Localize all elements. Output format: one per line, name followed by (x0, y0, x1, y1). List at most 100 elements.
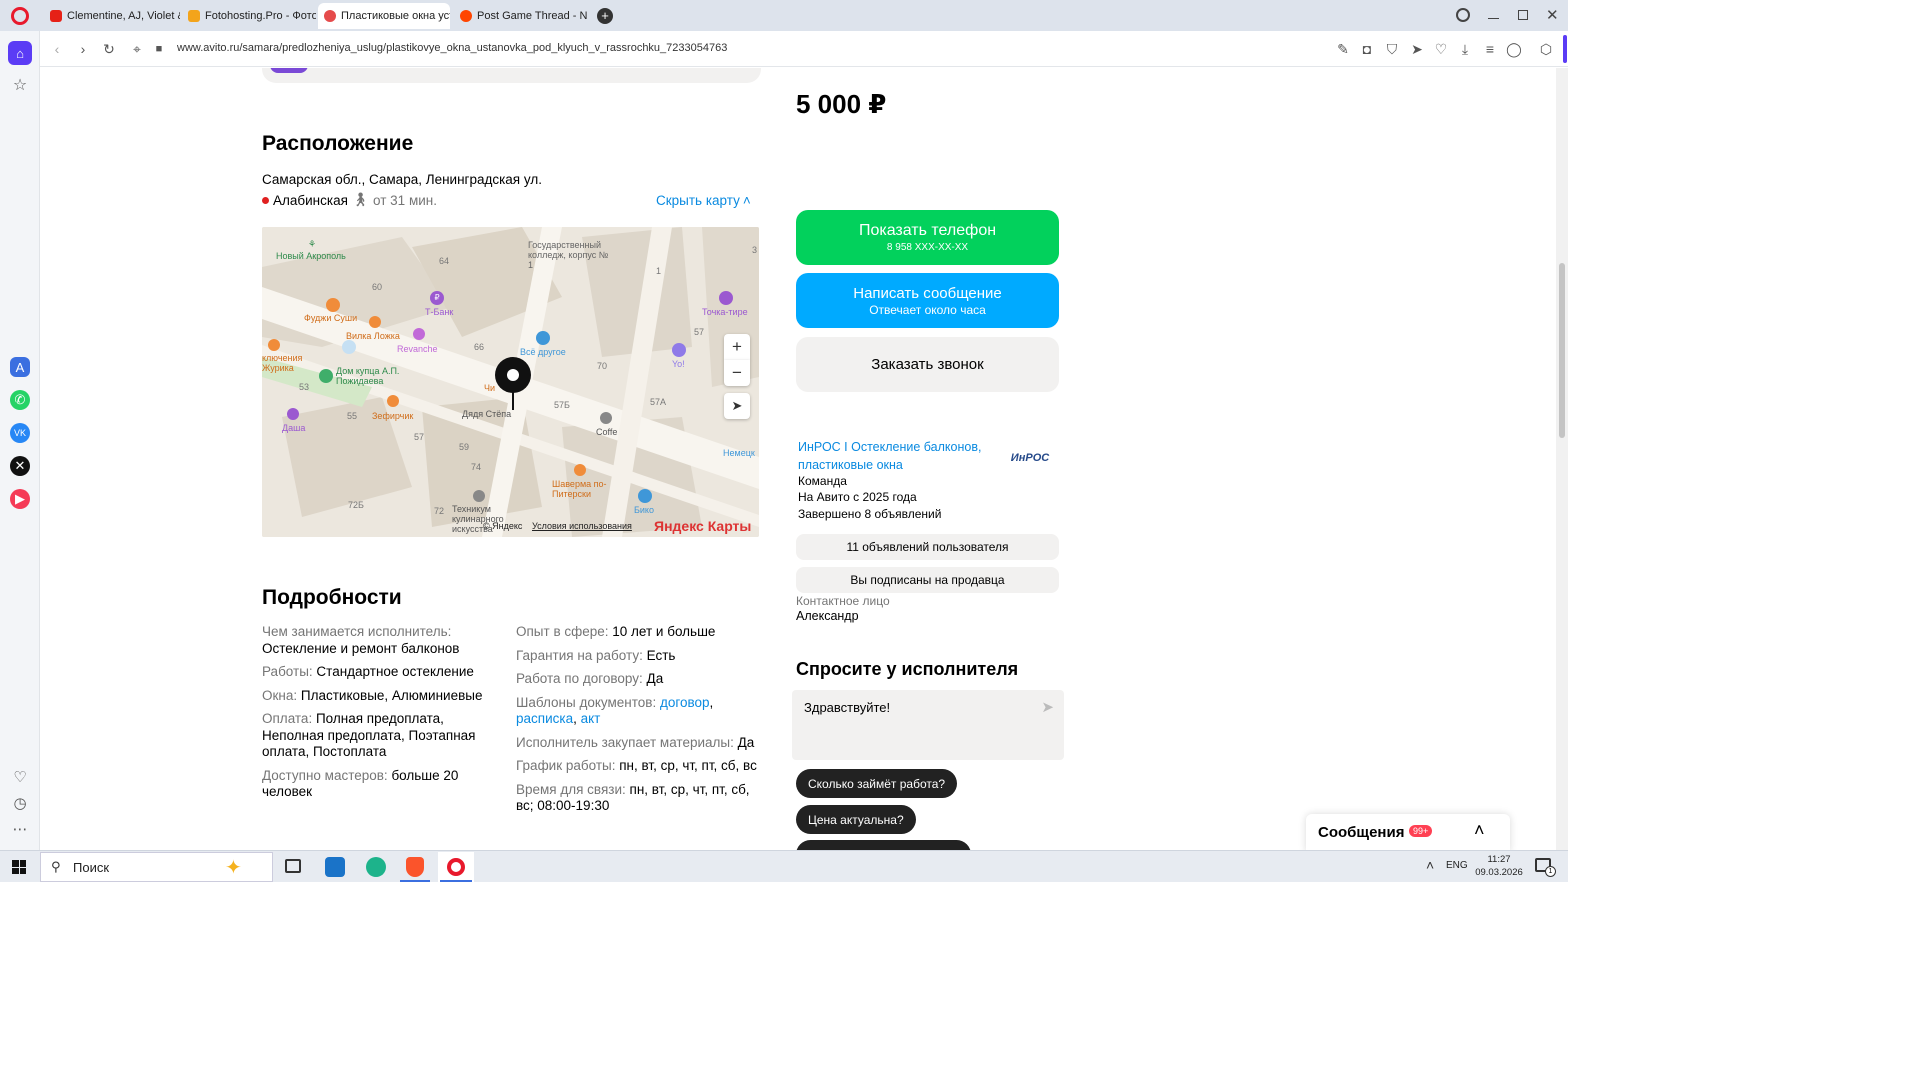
bank-icon: ₽ (430, 291, 444, 305)
tab-title: Clementine, AJ, Violet & L (67, 10, 180, 22)
chevron-up-icon[interactable]: ˄ (1474, 820, 1485, 841)
restore-button[interactable] (1518, 10, 1528, 20)
seller-logo[interactable]: ИнРОС (1009, 446, 1051, 470)
task-view-icon[interactable] (285, 859, 301, 873)
screen: Clementine, AJ, Violet & L Fotohosting.P… (0, 0, 1568, 882)
chevron-up-icon: ˄ (742, 193, 751, 208)
ask-message-box[interactable]: Здравствуйте! ➤ (792, 690, 1064, 760)
shield-icon[interactable]: ⛉ (1383, 40, 1401, 58)
edge-icon[interactable] (366, 857, 386, 877)
card-avatar (270, 68, 308, 73)
food-icon (326, 298, 340, 312)
tab-youtube[interactable]: Clementine, AJ, Violet & L (44, 3, 180, 29)
tab-fotohosting[interactable]: Fotohosting.Pro - Фотохо (182, 3, 316, 29)
food-icon (574, 464, 586, 476)
tray-chevron-icon[interactable]: ˄ (1426, 857, 1434, 873)
hide-map-link[interactable]: Скрыть карту ˄ (656, 193, 751, 208)
forward-icon[interactable]: › (74, 40, 92, 58)
zoom-in-button[interactable]: + (724, 334, 750, 360)
quick-question-chip[interactable]: Сколько займёт работа? (796, 769, 958, 798)
write-message-button[interactable]: Написать сообщение Отвечает около часа (796, 273, 1059, 328)
detail-row: Гарантия на работу: Есть (516, 648, 766, 665)
clock-time: 11:27 (1487, 854, 1511, 865)
detail-key: Окна: (262, 687, 298, 703)
map-label: 64 (439, 256, 450, 266)
pinboard-icon[interactable]: ☆ (8, 73, 32, 97)
show-phone-button[interactable]: Показать телефон 8 958 XXX-XX-XX (796, 210, 1059, 265)
location-pin-icon[interactable] (495, 357, 531, 393)
store-icon (536, 331, 550, 345)
seller-since: На Авито с 2025 года (798, 490, 917, 504)
map-terms-link[interactable]: Условия использования (532, 521, 632, 531)
yandex-maps-logo[interactable]: Яндекс Карты (654, 518, 751, 534)
messages-widget[interactable]: Сообщения 99+ ˄ (1306, 814, 1510, 850)
opera-logo-icon[interactable] (11, 7, 29, 25)
bookmark-heart-icon[interactable]: ♡ (1432, 40, 1450, 58)
profile-icon[interactable]: ◯ (1505, 40, 1523, 58)
back-icon[interactable]: ‹ (48, 40, 66, 58)
download-icon[interactable]: ⤓ (1456, 40, 1474, 58)
doc-link-contract[interactable]: договор (660, 695, 710, 710)
opera-icon[interactable] (438, 852, 474, 882)
more-icon[interactable]: ⋯ (8, 817, 32, 841)
brave-icon[interactable] (406, 857, 424, 877)
new-tab-button[interactable]: + (597, 8, 613, 24)
location-pin-icon[interactable]: ⌖ (128, 40, 146, 58)
camera-icon[interactable]: ◘ (1358, 40, 1376, 58)
tab-search-icon[interactable] (1456, 8, 1470, 22)
send-icon[interactable]: ➤ (1041, 698, 1054, 716)
menu-icon[interactable]: ≡ (1481, 40, 1499, 58)
shop-icon (287, 408, 299, 420)
history-icon[interactable]: ◷ (8, 791, 32, 815)
map-label: Дядя Стёпа (462, 409, 512, 419)
doc-link-act[interactable]: акт (581, 711, 601, 726)
clock[interactable]: 11:27 09.03.2026 (1475, 853, 1523, 879)
doc-link-receipt[interactable]: расписка (516, 711, 573, 726)
browser-tab-bar: Clementine, AJ, Violet & L Fotohosting.P… (0, 0, 1568, 31)
player-icon[interactable]: ▶ (10, 489, 30, 509)
pin-center (507, 369, 519, 381)
lock-icon[interactable]: ■ (150, 40, 168, 58)
seller-name-link[interactable]: ИнРОС I Остекление балконов, пластиковые… (798, 439, 1003, 474)
heart-icon[interactable]: ♡ (8, 765, 32, 789)
yandex-map[interactable]: Новый Акрополь ⚘ Государственный колледж… (262, 227, 759, 537)
request-call-button[interactable]: Заказать звонок (796, 337, 1059, 392)
tab-reddit[interactable]: Post Game Thread - NBA: (454, 3, 588, 29)
geolocation-button[interactable]: ➤ (724, 393, 750, 419)
edit-icon[interactable]: ✎ (1334, 40, 1352, 58)
avito-icon (324, 10, 336, 22)
close-window-button[interactable]: ✕ (1546, 6, 1559, 24)
quick-question-chip-cut[interactable] (796, 840, 971, 850)
page-scrollbar[interactable] (1556, 68, 1568, 850)
seller-ads-button[interactable]: 11 объявлений пользователя (796, 534, 1059, 560)
outlook-icon[interactable] (325, 857, 345, 877)
scrollbar-thumb[interactable] (1559, 263, 1565, 438)
cafe-icon (600, 412, 612, 424)
opera-ring (447, 858, 465, 876)
sparkle-icon: ✦ (225, 857, 242, 879)
reload-icon[interactable]: ↻ (100, 40, 118, 58)
extensions-icon[interactable]: ⬡ (1537, 40, 1555, 58)
language-indicator[interactable]: ENG (1446, 860, 1468, 871)
aria-icon[interactable]: A (10, 357, 30, 377)
map-label: 66 (474, 342, 485, 352)
map-label: Новый Акрополь (276, 251, 346, 261)
vk-icon[interactable]: VK (10, 423, 30, 443)
home-icon[interactable]: ⌂ (8, 41, 32, 65)
food-icon (387, 395, 399, 407)
messages-label: Сообщения (1318, 824, 1405, 841)
whatsapp-icon[interactable]: ✆ (10, 390, 30, 410)
subscribed-button[interactable]: Вы подписаны на продавца (796, 567, 1059, 593)
taskbar-search-box[interactable]: ⚲ Поиск ✦ (40, 852, 273, 882)
sidebar-accent (1563, 35, 1567, 63)
zoom-out-button[interactable]: − (724, 360, 750, 386)
tab-avito[interactable]: Пластиковые окна устан (318, 3, 450, 29)
request-call-label: Заказать звонок (871, 356, 984, 373)
quick-question-chip[interactable]: Цена актуальна? (796, 805, 916, 834)
tab-title: Post Game Thread - NBA: (477, 10, 588, 22)
windows-start-icon[interactable] (12, 860, 26, 874)
x-icon[interactable]: ✕ (10, 456, 30, 476)
send-icon[interactable]: ➤ (1408, 40, 1426, 58)
minimize-button[interactable] (1488, 18, 1499, 19)
url-field[interactable]: www.avito.ru/samara/predlozheniya_uslug/… (177, 42, 727, 54)
